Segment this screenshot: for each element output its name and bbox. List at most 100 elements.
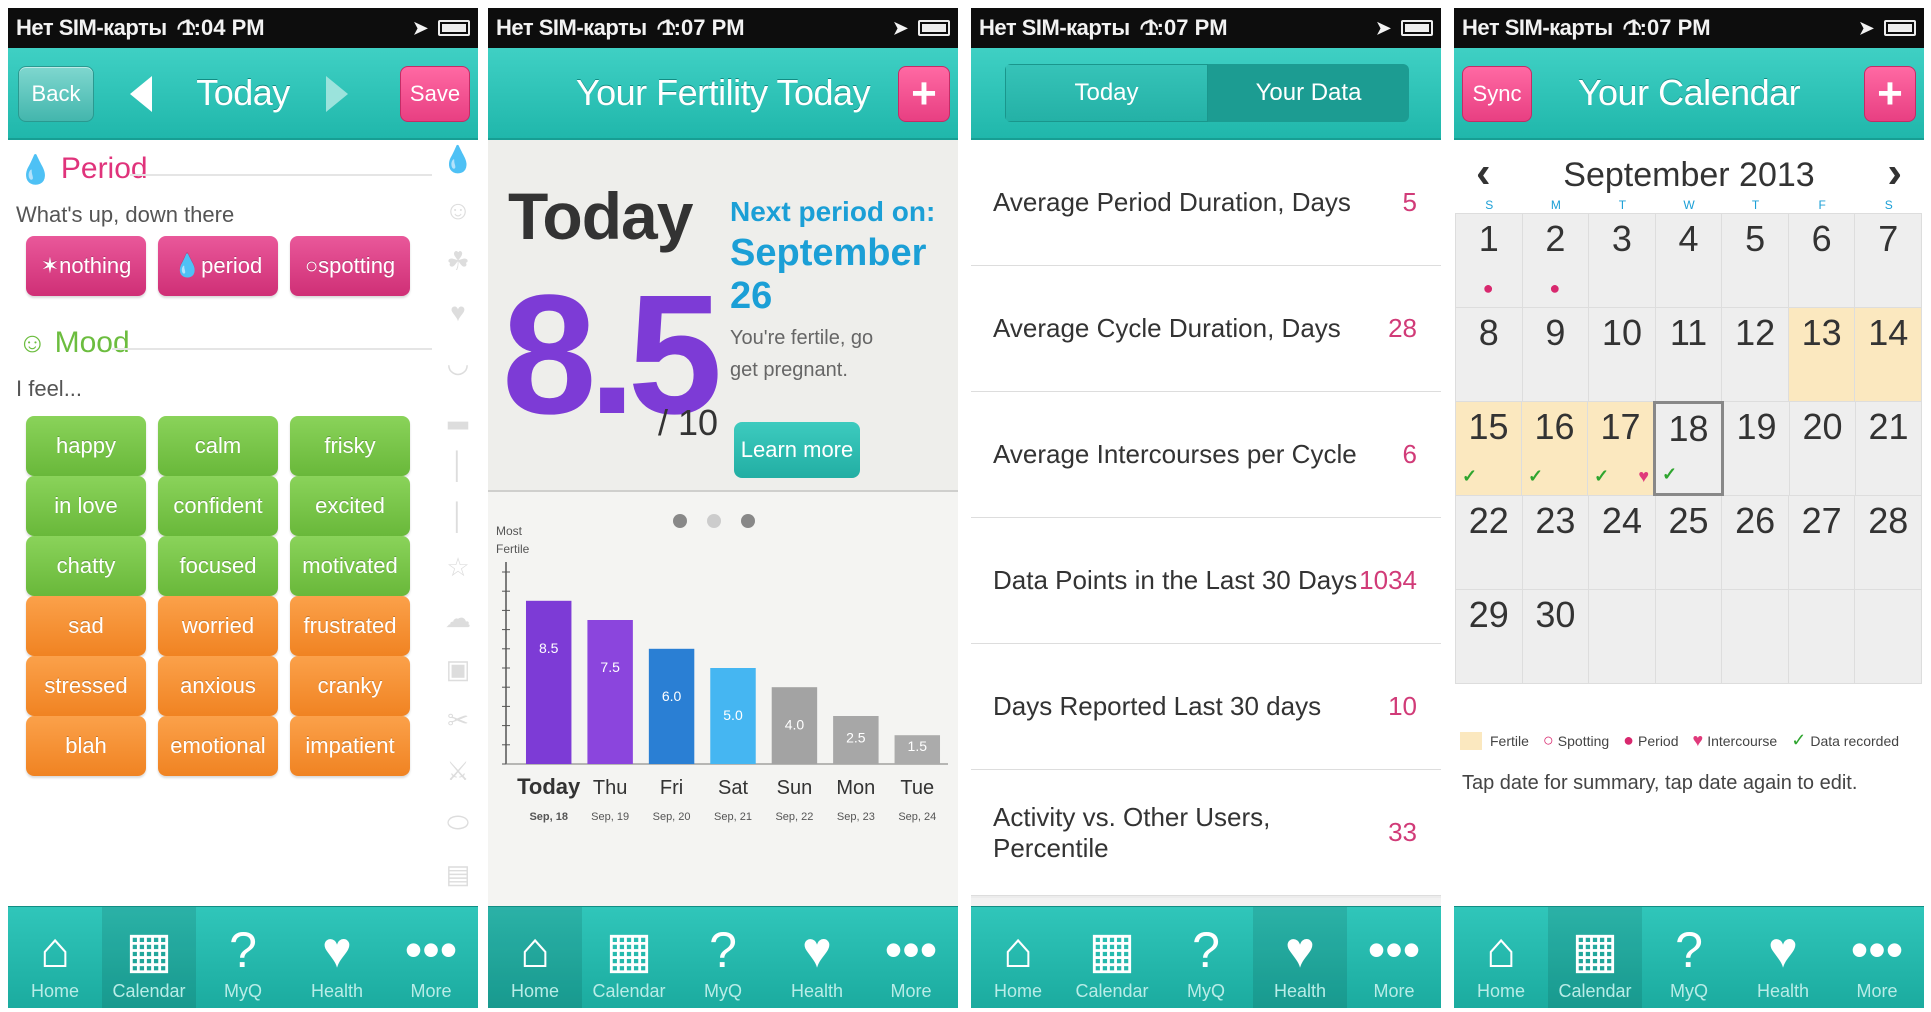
- mood-option-happy[interactable]: happy: [26, 416, 146, 476]
- tab-more[interactable]: ••• More: [1830, 907, 1924, 1008]
- tab-myq[interactable]: ? MyQ: [676, 907, 770, 1008]
- calendar-day-8[interactable]: 8: [1455, 307, 1523, 402]
- activity-category-icon[interactable]: ☆: [446, 552, 469, 583]
- thermometer-category-icon[interactable]: │: [450, 450, 466, 481]
- mood-option-calm[interactable]: calm: [158, 416, 278, 476]
- calendar-day-23[interactable]: 23: [1521, 495, 1590, 590]
- calendar-day-13[interactable]: 13: [1787, 307, 1856, 402]
- period-title: Period: [60, 152, 148, 185]
- tab-home[interactable]: ⌂ Home: [1454, 907, 1548, 1008]
- next-day-arrow-icon[interactable]: [326, 76, 348, 112]
- calendar-day-2[interactable]: 2 ●: [1521, 213, 1590, 308]
- period-category-icon[interactable]: 💧: [442, 144, 474, 175]
- calendar-day-3[interactable]: 3: [1588, 213, 1656, 308]
- calendar-day-27[interactable]: 27: [1787, 495, 1856, 590]
- previous-day-arrow-icon[interactable]: [130, 76, 152, 112]
- calendar-day-29[interactable]: 29: [1455, 589, 1523, 684]
- calendar-day-12[interactable]: 12: [1721, 307, 1789, 402]
- calendar-day-7[interactable]: 7: [1854, 213, 1923, 308]
- tab-calendar[interactable]: ▦ Calendar: [1548, 907, 1642, 1008]
- tab-myq[interactable]: ? MyQ: [1159, 907, 1253, 1008]
- calendar-day-1[interactable]: 1 ●: [1455, 213, 1523, 308]
- pill-category-icon[interactable]: ⬭: [447, 807, 469, 839]
- learn-more-button[interactable]: Learn more: [734, 422, 860, 478]
- calendar-day-28[interactable]: 28: [1854, 495, 1923, 590]
- mood-option-cranky[interactable]: cranky: [290, 656, 410, 716]
- period-option-period[interactable]: 💧 period: [158, 236, 278, 296]
- calendar-day-24[interactable]: 24: [1588, 495, 1656, 590]
- mood-title: Mood: [54, 326, 130, 359]
- calendar-day-15[interactable]: 15 ✓: [1455, 401, 1522, 496]
- mood-option-excited[interactable]: excited: [290, 476, 410, 536]
- mood-option-confident[interactable]: confident: [158, 476, 278, 536]
- calendar-day-25[interactable]: 25: [1654, 495, 1723, 590]
- calendar-day-20[interactable]: 20: [1789, 401, 1856, 496]
- mood-option-chatty[interactable]: chatty: [26, 536, 146, 596]
- calendar-day-18[interactable]: 18 ✓: [1653, 401, 1724, 496]
- tab-calendar[interactable]: ▦ Calendar: [1065, 907, 1159, 1008]
- calendar-day-26[interactable]: 26: [1721, 495, 1789, 590]
- tab-calendar[interactable]: ▦ Calendar: [582, 907, 676, 1008]
- cervix-category-icon[interactable]: ◡: [447, 348, 470, 379]
- mood-option-focused[interactable]: focused: [158, 536, 278, 596]
- sync-button[interactable]: Sync: [1462, 66, 1532, 122]
- save-button[interactable]: Save: [400, 66, 470, 122]
- weather-category-icon[interactable]: ☁: [445, 603, 471, 634]
- calendar-day-21[interactable]: 21: [1855, 401, 1922, 496]
- tab-home[interactable]: ⌂ Home: [488, 907, 582, 1008]
- mood-option-frustrated[interactable]: frustrated: [290, 596, 410, 656]
- mood-option-worried[interactable]: worried: [158, 596, 278, 656]
- add-icon[interactable]: +: [898, 66, 950, 122]
- tab-myq[interactable]: ? MyQ: [196, 907, 290, 1008]
- tab-myq[interactable]: ? MyQ: [1642, 907, 1736, 1008]
- calendar-day-19[interactable]: 19: [1723, 401, 1790, 496]
- mood-option-frisky[interactable]: frisky: [290, 416, 410, 476]
- calendar-day-9[interactable]: 9: [1521, 307, 1590, 402]
- calendar-day-14[interactable]: 14: [1854, 307, 1923, 402]
- tab-health[interactable]: ♥ Health: [1253, 907, 1347, 1008]
- period-option-nothing[interactable]: ✶ nothing: [26, 236, 146, 296]
- home-icon: ⌂: [1002, 922, 1034, 978]
- temperature-category-icon[interactable]: ▂: [448, 399, 468, 430]
- tab-more[interactable]: ••• More: [384, 907, 478, 1008]
- mood-option-impatient[interactable]: impatient: [290, 716, 410, 776]
- mood-option-blah[interactable]: blah: [26, 716, 146, 776]
- scale-category-icon[interactable]: ▣: [446, 654, 471, 685]
- calendar-day-30[interactable]: 30: [1521, 589, 1590, 684]
- mood-option-emotional[interactable]: emotional: [158, 716, 278, 776]
- tab-calendar[interactable]: ▦ Calendar: [102, 907, 196, 1008]
- add-icon[interactable]: +: [1864, 66, 1916, 122]
- tab-more[interactable]: ••• More: [864, 907, 958, 1008]
- mood-option-sad[interactable]: sad: [26, 596, 146, 656]
- exercise-category-icon[interactable]: ⚔: [446, 756, 469, 787]
- calendar-day-10[interactable]: 10: [1588, 307, 1656, 402]
- tab-health[interactable]: ♥ Health: [290, 907, 384, 1008]
- calendar-category-icon[interactable]: ▤: [446, 859, 471, 890]
- tab-health[interactable]: ♥ Health: [1736, 907, 1830, 1008]
- tab-home[interactable]: ⌂ Home: [971, 907, 1065, 1008]
- calendar-day-16[interactable]: 16 ✓: [1521, 401, 1588, 496]
- calendar-day-22[interactable]: 22: [1455, 495, 1523, 590]
- calendar-day-4[interactable]: 4: [1654, 213, 1723, 308]
- mood-option-in-love[interactable]: in love: [26, 476, 146, 536]
- mood-option-anxious[interactable]: anxious: [158, 656, 278, 716]
- scissors-category-icon[interactable]: ✂: [447, 705, 469, 736]
- mood-option-motivated[interactable]: motivated: [290, 536, 410, 596]
- mood-category-icon[interactable]: ☺: [445, 195, 472, 226]
- heart-category-icon[interactable]: ♥: [450, 297, 465, 328]
- segment-today[interactable]: Today: [1005, 64, 1208, 122]
- calendar-day-11[interactable]: 11: [1654, 307, 1723, 402]
- tab-health[interactable]: ♥ Health: [770, 907, 864, 1008]
- back-button[interactable]: Back: [18, 66, 94, 122]
- calendar-day-6[interactable]: 6: [1787, 213, 1856, 308]
- symptom-category-icon[interactable]: ☘: [446, 246, 469, 277]
- segment-your-data[interactable]: Your Data: [1208, 64, 1409, 122]
- test-category-icon[interactable]: │: [450, 501, 466, 532]
- calendar-day-5[interactable]: 5: [1721, 213, 1789, 308]
- tab-more[interactable]: ••• More: [1347, 907, 1441, 1008]
- next-month-icon[interactable]: ›: [1887, 148, 1902, 198]
- tab-home[interactable]: ⌂ Home: [8, 907, 102, 1008]
- mood-option-stressed[interactable]: stressed: [26, 656, 146, 716]
- period-option-spotting[interactable]: ○ spotting: [290, 236, 410, 296]
- calendar-day-17[interactable]: 17 ✓ ♥: [1587, 401, 1654, 496]
